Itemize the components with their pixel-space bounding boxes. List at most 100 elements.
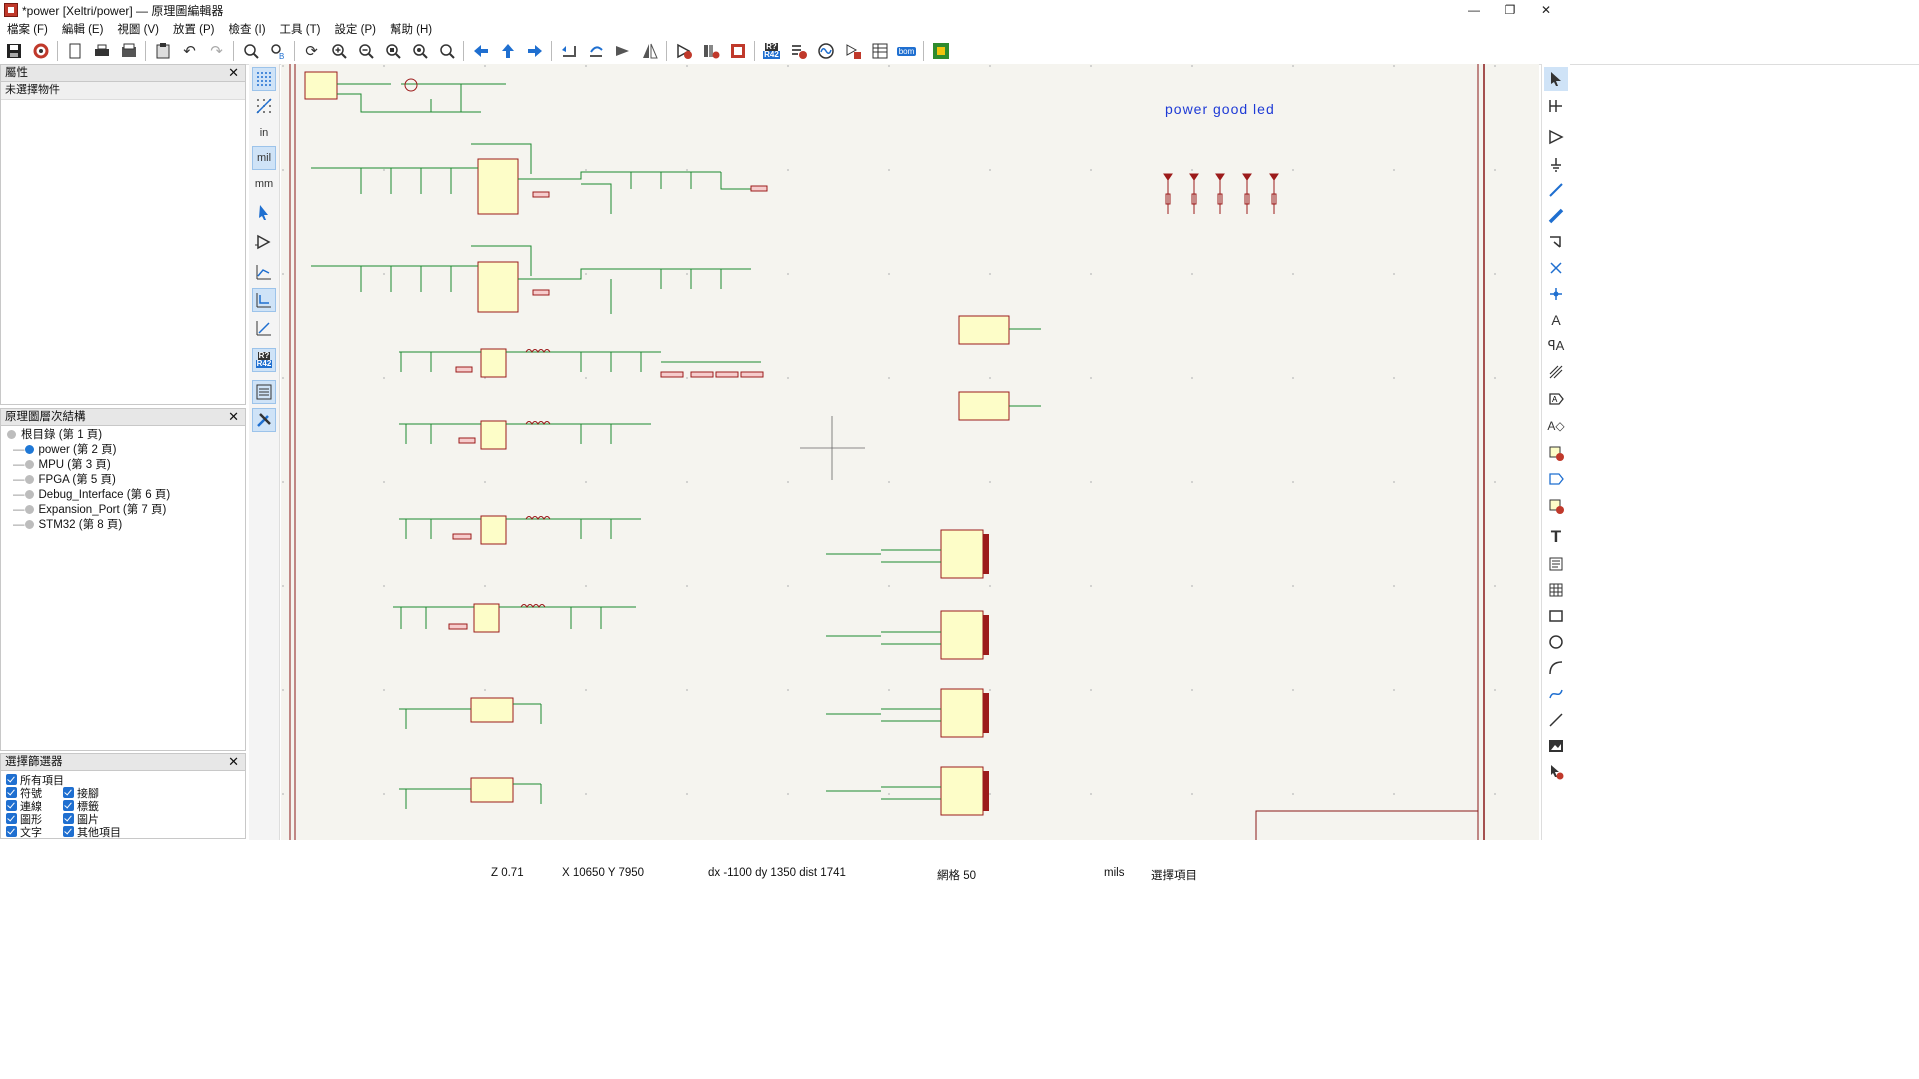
menu-file[interactable]: 檔案 (F) [0,21,55,37]
cursor-crosshair-icon[interactable] [252,200,276,224]
tree-item-mpu[interactable]: — MPU (第 3 頁) [13,458,111,473]
menu-view[interactable]: 視圖 (V) [110,21,166,37]
zoom-in-icon[interactable] [327,39,351,63]
menu-edit[interactable]: 編輯 (E) [55,21,111,37]
symbol-library-icon[interactable] [699,39,723,63]
zoom-out-icon[interactable] [354,39,378,63]
filter-images-checkbox[interactable]: 圖片 [63,813,99,826]
grid-toggle-icon[interactable] [252,67,276,91]
tree-item-stm32[interactable]: — STM32 (第 8 頁) [13,518,122,533]
select-icon[interactable] [1544,67,1568,91]
add-table-icon[interactable] [1544,578,1568,602]
add-image-icon[interactable] [1544,734,1568,758]
pcb-editor-icon[interactable] [929,39,953,63]
mirror-vertical-icon[interactable] [611,39,635,63]
page-settings-icon[interactable] [63,39,87,63]
symbol-fields-table-icon[interactable] [868,39,892,63]
tree-item-debug[interactable]: — Debug_Interface (第 6 頁) [13,488,170,503]
junction-icon[interactable] [1544,282,1568,306]
add-power-icon[interactable] [1544,152,1568,176]
global-label-icon[interactable]: ꟼA [1544,334,1568,358]
add-circle-icon[interactable] [1544,630,1568,654]
unit-mm-button[interactable]: mm [252,172,276,196]
close-icon[interactable]: ✕ [228,754,239,770]
tree-item-expansion[interactable]: — Expansion_Port (第 7 頁) [13,503,166,518]
line-mode-free-icon[interactable] [252,260,276,284]
line-mode-90-icon[interactable] [252,288,276,312]
add-sheet-icon[interactable] [1544,441,1568,465]
footprint-editor-icon[interactable] [726,39,750,63]
find-icon[interactable] [239,39,263,63]
highlight-net-icon[interactable] [1544,94,1568,118]
tree-item-root[interactable]: 根目錄 (第 1 頁) [7,428,102,443]
no-connect-icon[interactable] [1544,256,1568,280]
filter-labels-checkbox[interactable]: 標籤 [63,800,99,813]
arrow-left-icon[interactable] [469,39,493,63]
menu-inspect[interactable]: 檢查 (I) [221,21,272,37]
delete-tool-icon[interactable] [1544,760,1568,784]
unit-inch-button[interactable]: in [252,121,276,145]
close-icon[interactable]: ✕ [228,409,239,425]
symbol-editor-icon[interactable] [672,39,696,63]
refresh-icon[interactable]: ⟳ [300,39,324,63]
annotate-auto-icon[interactable]: R? R42 [252,348,276,372]
find-replace-icon[interactable]: B [266,39,290,63]
erc-icon[interactable] [787,39,811,63]
add-arc-icon[interactable] [1544,656,1568,680]
schematic-setup-icon[interactable] [29,39,53,63]
add-line-icon[interactable] [1544,708,1568,732]
sheet-pin-import-icon[interactable] [1544,494,1568,518]
schematic-canvas[interactable]: power good led [281,64,1539,840]
zoom-objects-icon[interactable] [408,39,432,63]
add-rectangle-icon[interactable] [1544,604,1568,628]
menu-tools[interactable]: 工具 (T) [273,21,328,37]
text-label-icon[interactable]: A◇ [1544,414,1568,438]
filter-pins-checkbox[interactable]: 接腳 [63,787,99,800]
line-mode-45-icon[interactable] [252,316,276,340]
arrow-up-icon[interactable] [496,39,520,63]
annotate-icon[interactable]: R? R42 [760,39,784,63]
save-icon[interactable] [2,39,26,63]
simulator-icon[interactable] [814,39,838,63]
sheet-pin-icon[interactable]: A [1544,387,1568,411]
close-button[interactable]: ✕ [1524,0,1568,20]
bus-entry-icon[interactable] [1544,230,1568,254]
grid-overrides-icon[interactable] [252,94,276,118]
bom-icon[interactable]: bom [895,39,919,63]
arrow-right-icon[interactable] [523,39,547,63]
tree-item-fpga[interactable]: — FPGA (第 5 頁) [13,473,116,488]
hierarchy-navigator-icon[interactable] [252,380,276,404]
redo-icon[interactable]: ↷ [205,39,229,63]
print-icon[interactable] [90,39,114,63]
close-icon[interactable]: ✕ [228,65,239,81]
filter-other-checkbox[interactable]: 其他項目 [63,826,121,839]
add-symbol-icon[interactable] [1544,125,1568,149]
filter-graphics-checkbox[interactable]: 圖形 [6,813,42,826]
filter-symbols-checkbox[interactable]: 符號 [6,787,42,800]
rotate-cw-icon[interactable] [584,39,608,63]
hier-label-icon[interactable] [1544,360,1568,384]
add-textbox-icon[interactable] [1544,552,1568,576]
add-bus-icon[interactable] [1544,204,1568,228]
paste-icon[interactable] [151,39,175,63]
undo-icon[interactable]: ↶ [178,39,202,63]
add-text-icon[interactable]: T [1544,525,1568,549]
properties-toggle-icon[interactable] [252,408,276,432]
menu-preferences[interactable]: 設定 (P) [327,21,383,37]
add-bezier-icon[interactable] [1544,682,1568,706]
tree-item-power[interactable]: — power (第 2 頁) [13,443,116,458]
rotate-ccw-icon[interactable] [557,39,581,63]
zoom-selection-icon[interactable] [435,39,459,63]
unit-mil-button[interactable]: mil [252,146,276,170]
add-wire-icon[interactable] [1544,178,1568,202]
net-label-icon[interactable]: A [1544,308,1568,332]
filter-all-checkbox[interactable]: 所有項目 [6,774,64,787]
filter-wires-checkbox[interactable]: 連線 [6,800,42,813]
hidden-pins-icon[interactable] [252,230,276,254]
mirror-horizontal-icon[interactable] [638,39,662,63]
menu-place[interactable]: 放置 (P) [166,21,222,37]
plot-icon[interactable] [117,39,141,63]
filter-text-checkbox[interactable]: 文字 [6,826,42,839]
import-sheet-icon[interactable] [1544,467,1568,491]
zoom-fit-icon[interactable] [381,39,405,63]
